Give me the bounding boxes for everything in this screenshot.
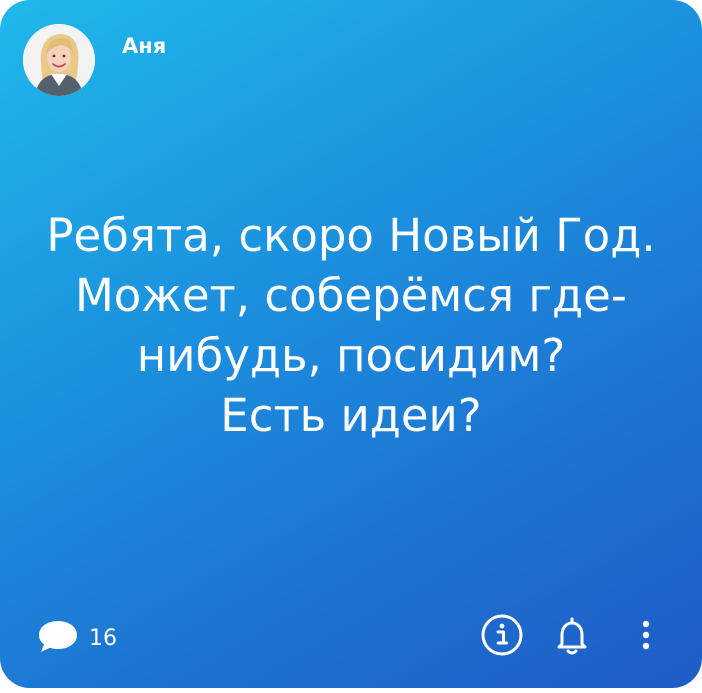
info-button[interactable] <box>480 613 524 662</box>
speech-bubble-icon <box>37 618 79 659</box>
author-name[interactable]: Аня <box>122 34 166 58</box>
comments-button[interactable]: 16 <box>37 618 117 659</box>
bell-icon <box>550 613 594 662</box>
post-header: Аня <box>23 24 166 98</box>
post-footer: 16 <box>0 610 702 670</box>
more-options-button[interactable] <box>624 615 668 659</box>
info-icon <box>480 613 524 662</box>
comment-count: 16 <box>89 626 117 651</box>
post-message: Ребята, скоро Новый Год. Может, соберёмс… <box>46 209 656 442</box>
more-vertical-icon <box>624 613 668 662</box>
notifications-button[interactable] <box>550 615 594 659</box>
post-card[interactable]: Аня Ребята, скоро Новый Год. Может, собе… <box>0 0 702 688</box>
user-avatar-photo <box>23 24 95 96</box>
avatar[interactable] <box>23 24 95 96</box>
